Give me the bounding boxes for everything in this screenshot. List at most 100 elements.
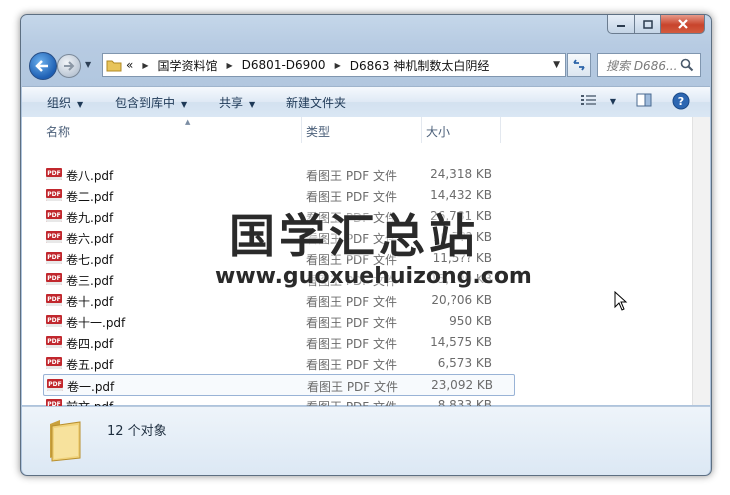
search-placeholder[interactable]: 搜索 D686...	[606, 57, 680, 74]
file-size: 23,092 KB	[431, 378, 493, 392]
include-in-library-button[interactable]: 包含到库中 ▼	[115, 94, 187, 111]
breadcrumb-separator-icon[interactable]: ▶	[335, 61, 341, 70]
pdf-file-icon: PDF	[46, 357, 62, 369]
search-icon[interactable]	[680, 58, 694, 72]
share-button[interactable]: 共享 ▼	[219, 94, 255, 111]
file-name[interactable]: 卷九.pdf	[66, 209, 113, 226]
forward-button[interactable]	[57, 54, 81, 78]
column-divider[interactable]	[500, 117, 501, 143]
column-divider[interactable]	[301, 117, 302, 143]
file-row[interactable]: PDF 卷八.pdf 看图王 PDF 文件 24,318 KB	[43, 164, 513, 184]
watermark-url: www.guoxuehuizong.com	[215, 264, 532, 289]
pdf-file-icon: PDF	[46, 252, 62, 264]
file-name[interactable]: 卷一.pdf	[67, 378, 114, 395]
file-size: 950 KB	[449, 314, 492, 328]
column-header-size[interactable]: 大小	[426, 123, 450, 143]
maximize-icon	[642, 19, 653, 29]
refresh-button[interactable]	[567, 53, 591, 77]
file-type: 看图王 PDF 文件	[307, 380, 399, 394]
breadcrumb-segment[interactable]: D6863 神机制数太白阴经	[350, 57, 490, 74]
address-bar[interactable]: « ▶ 国学资料馆 ▶ D6801-D6900 ▶ D6863 神机制数太白阴经…	[102, 53, 566, 77]
file-name[interactable]: 卷七.pdf	[66, 251, 113, 268]
file-row[interactable]: PDF 卷四.pdf 看图王 PDF 文件 14,575 KB	[43, 332, 513, 352]
minimize-icon	[617, 25, 625, 27]
folder-icon	[106, 60, 122, 72]
pdf-file-icon: PDF	[46, 315, 62, 327]
help-button[interactable]: ?	[672, 92, 690, 113]
maximize-button[interactable]	[635, 15, 661, 34]
help-icon: ?	[672, 92, 690, 110]
file-row[interactable]: PDF 卷十.pdf 看图王 PDF 文件 20,?06 KB	[43, 290, 513, 310]
file-name[interactable]: 卷三.pdf	[66, 272, 113, 289]
share-label: 共享	[219, 96, 244, 110]
pdf-file-icon: PDF	[46, 168, 62, 180]
breadcrumb-segment[interactable]: D6801-D6900	[242, 58, 326, 72]
organize-label: 组织	[47, 96, 72, 110]
file-size: 6,573 KB	[437, 356, 492, 370]
column-size-label: 大小	[426, 125, 451, 139]
close-button[interactable]	[661, 15, 705, 34]
column-header-name[interactable]: 名称	[46, 123, 70, 143]
window-controls	[607, 15, 705, 34]
file-type: 看图王 PDF 文件	[306, 337, 398, 351]
recent-pages-dropdown-icon[interactable]: ▼	[85, 60, 91, 69]
new-folder-label: 新建文件夹	[286, 96, 347, 110]
back-button[interactable]	[29, 52, 57, 80]
file-name[interactable]: 卷二.pdf	[66, 188, 113, 205]
forward-arrow-icon	[64, 61, 75, 71]
file-name[interactable]: 卷五.pdf	[66, 356, 113, 373]
column-name-label: 名称	[46, 125, 71, 139]
address-dropdown-icon[interactable]: ▼	[553, 60, 560, 70]
pdf-file-icon: PDF	[46, 210, 62, 222]
column-type-label: 类型	[306, 125, 331, 139]
close-icon	[677, 19, 688, 29]
breadcrumb-separator-icon[interactable]: ▶	[227, 61, 233, 70]
navigation-buttons: ▼	[29, 52, 99, 82]
file-size: 24,318 KB	[430, 167, 492, 181]
mouse-cursor-icon	[614, 291, 628, 311]
breadcrumb-segment[interactable]: 国学资料馆	[158, 57, 218, 74]
organize-button[interactable]: 组织 ▼	[47, 94, 83, 111]
pdf-file-icon: PDF	[46, 273, 62, 285]
folder-icon	[50, 420, 81, 462]
file-name[interactable]: 卷八.pdf	[66, 167, 113, 184]
refresh-icon	[573, 59, 585, 71]
vertical-scrollbar[interactable]	[692, 117, 710, 405]
file-name[interactable]: 卷十.pdf	[66, 293, 113, 310]
chevron-down-icon: ▼	[77, 100, 84, 109]
pdf-file-icon: PDF	[46, 189, 62, 201]
file-row[interactable]: PDF 卷十一.pdf 看图王 PDF 文件 950 KB	[43, 311, 513, 331]
file-row[interactable]: PDF 卷一.pdf 看图王 PDF 文件 23,092 KB	[43, 374, 515, 396]
item-count: 12 个对象	[107, 424, 167, 439]
watermark-title: 国学汇总站	[229, 209, 479, 263]
column-divider[interactable]	[421, 117, 422, 143]
pdf-file-icon: PDF	[47, 379, 63, 391]
minimize-button[interactable]	[607, 15, 635, 34]
pdf-file-icon: PDF	[46, 231, 62, 243]
file-name[interactable]: 卷十一.pdf	[66, 314, 125, 331]
preview-pane-icon	[636, 93, 652, 107]
preview-pane-button[interactable]	[636, 93, 652, 110]
file-type: 看图王 PDF 文件	[306, 316, 398, 330]
file-name[interactable]: 卷六.pdf	[66, 230, 113, 247]
file-size: 14,575 KB	[430, 335, 492, 349]
details-pane: 12 个对象	[22, 406, 710, 475]
breadcrumb-separator-icon[interactable]: ▶	[142, 61, 148, 70]
column-header-type[interactable]: 类型	[306, 123, 330, 143]
address-history-marker[interactable]: «	[126, 58, 133, 72]
sort-ascending-icon: ▲	[185, 118, 191, 126]
back-arrow-icon	[35, 60, 48, 72]
pdf-file-icon: PDF	[46, 294, 62, 306]
new-folder-button[interactable]: 新建文件夹	[286, 94, 346, 111]
chevron-down-icon: ▼	[181, 100, 188, 109]
search-box[interactable]: 搜索 D686...	[597, 53, 701, 77]
view-options-button[interactable]: ▼	[580, 93, 616, 110]
file-row[interactable]: PDF 卷五.pdf 看图王 PDF 文件 6,573 KB	[43, 353, 513, 373]
file-name[interactable]: 卷四.pdf	[66, 335, 113, 352]
pdf-file-icon: PDF	[46, 336, 62, 348]
view-list-icon	[581, 95, 596, 105]
file-type: 看图王 PDF 文件	[306, 358, 398, 372]
file-size: 20,?06 KB	[431, 293, 492, 307]
command-bar: 组织 ▼ 包含到库中 ▼ 共享 ▼ 新建文件夹 ▼ ?	[22, 86, 710, 118]
svg-text:?: ?	[678, 95, 684, 108]
